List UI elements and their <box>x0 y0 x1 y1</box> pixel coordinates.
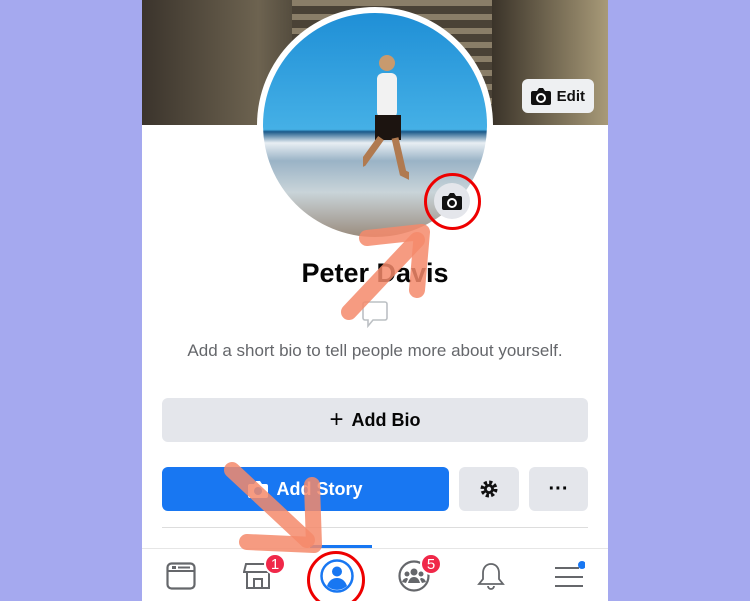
menu-icon <box>555 561 585 587</box>
nav-marketplace[interactable]: 1 <box>240 553 286 593</box>
bottom-navigation: 1 5 <box>142 548 608 601</box>
edit-cover-button[interactable]: Edit <box>521 79 594 113</box>
add-bio-label: Add Bio <box>351 409 421 430</box>
nav-menu[interactable] <box>551 559 587 593</box>
notification-badge: 1 <box>264 553 286 575</box>
bell-icon <box>477 563 505 590</box>
notification-badge: 5 <box>420 553 442 575</box>
bio-prompt: Add a short bio to tell people more abou… <box>187 341 563 360</box>
divider <box>162 527 588 528</box>
add-story-label: Add Story <box>276 478 363 499</box>
more-options-button[interactable]: ··· <box>529 467 588 511</box>
facebook-profile-screen: Edit Peter Davis Add a short bio to tell… <box>142 0 608 601</box>
speech-bubble-icon <box>362 301 388 328</box>
camera-plus-icon <box>248 480 269 498</box>
nav-groups[interactable]: 5 <box>396 553 442 593</box>
camera-icon <box>530 87 551 105</box>
nav-news-feed[interactable] <box>163 559 199 593</box>
plus-icon: + <box>329 406 344 433</box>
profile-icon <box>320 559 354 593</box>
nav-notifications[interactable] <box>473 559 509 593</box>
profile-name: Peter Davis <box>301 258 449 288</box>
add-bio-button[interactable]: + Add Bio <box>162 398 588 442</box>
add-story-button[interactable]: Add Story <box>162 467 449 511</box>
highlight-circle <box>424 173 481 230</box>
nav-profile[interactable] <box>319 559 355 593</box>
news-feed-icon <box>166 562 196 590</box>
gear-icon <box>480 480 498 498</box>
settings-button[interactable] <box>459 467 519 511</box>
edit-label: Edit <box>556 87 585 105</box>
